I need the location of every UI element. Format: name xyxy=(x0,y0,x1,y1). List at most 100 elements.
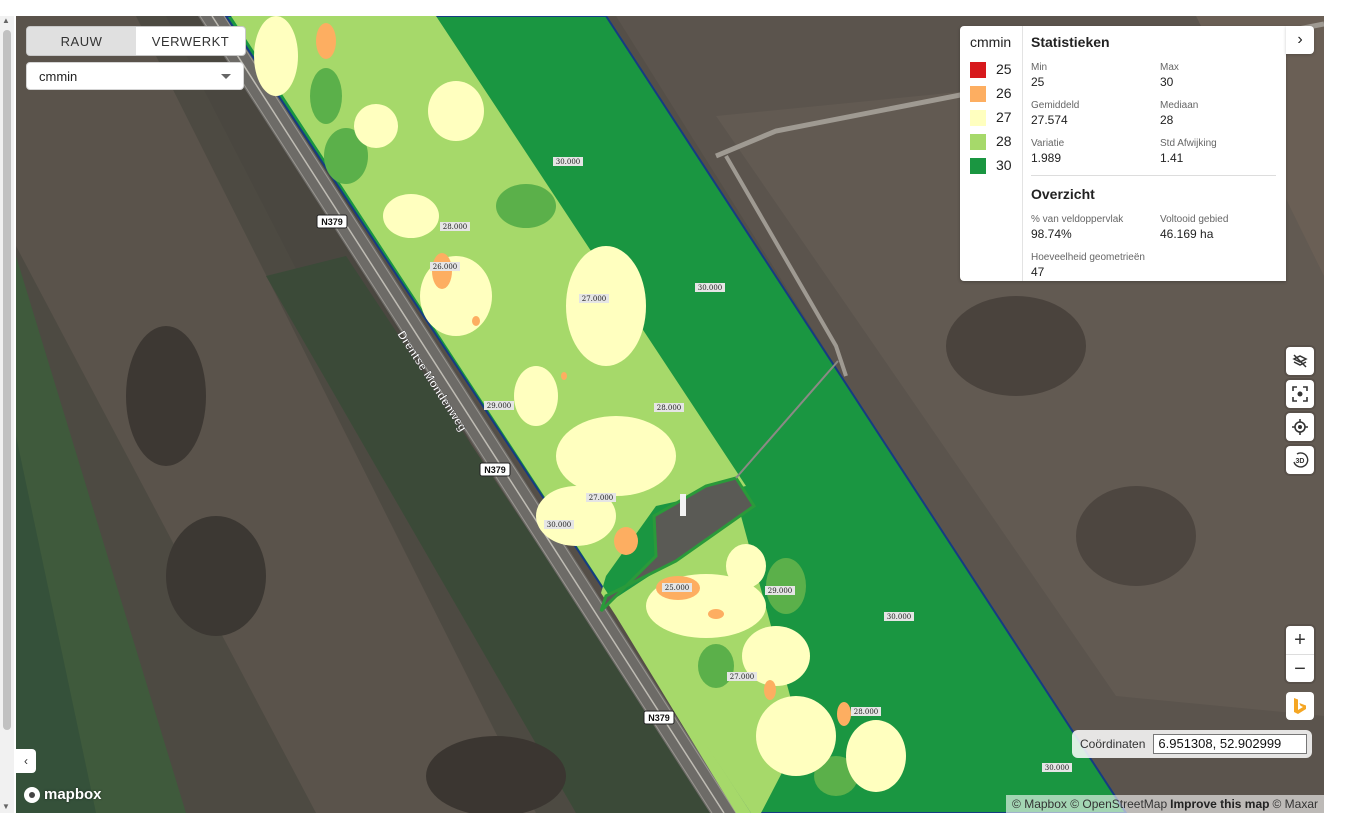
zone-label: 30.000 xyxy=(553,157,583,166)
road-shield: N379 xyxy=(643,710,675,725)
attribution-mapbox[interactable]: © Mapbox xyxy=(1012,797,1067,811)
legend-swatch xyxy=(970,62,986,78)
raw-tab[interactable]: RAUW xyxy=(27,27,136,55)
scroll-up-icon[interactable]: ▲ xyxy=(2,16,10,25)
legend-item: 28 xyxy=(970,133,1022,151)
processed-tab[interactable]: VERWERKT xyxy=(136,27,245,55)
zone-label: 28.000 xyxy=(851,707,881,716)
svg-text:N379: N379 xyxy=(484,465,506,475)
zone-label: 29.000 xyxy=(765,586,795,595)
layer-off-icon[interactable] xyxy=(1286,347,1314,375)
svg-text:27.000: 27.000 xyxy=(730,673,755,681)
locate-icon[interactable] xyxy=(1286,413,1314,441)
legend-item: 26 xyxy=(970,85,1022,103)
stat-max: Max 30 xyxy=(1160,62,1179,89)
legend-value: 30 xyxy=(996,157,1012,173)
svg-text:30.000: 30.000 xyxy=(698,284,723,292)
scroll-down-icon[interactable]: ▼ xyxy=(2,802,10,811)
legend-value: 28 xyxy=(996,133,1012,149)
page-scrollbar[interactable]: ▲ ▼ xyxy=(0,16,14,813)
legend: cmmin 25 26 27 28 30 xyxy=(960,26,1023,281)
svg-text:26.000: 26.000 xyxy=(433,263,458,271)
svg-text:30.000: 30.000 xyxy=(1045,764,1070,772)
road-shield: N379 xyxy=(479,462,511,477)
zone-label: 28.000 xyxy=(654,403,684,412)
svg-text:28.000: 28.000 xyxy=(657,404,682,412)
zone-label: 25.000 xyxy=(662,583,692,592)
divider xyxy=(1031,175,1276,176)
zone-label: 30.000 xyxy=(695,283,725,292)
mapbox-logo-text: mapbox xyxy=(44,786,102,803)
coordinates-input[interactable]: 6.951308, 52.902999 xyxy=(1153,734,1308,754)
stat-geometry-count: Hoeveelheid geometrieën 47 xyxy=(1031,252,1145,279)
stat-variance: Variatie 1.989 xyxy=(1031,138,1065,165)
road-shield: N379 xyxy=(316,214,348,229)
stat-median: Mediaan 28 xyxy=(1160,100,1199,127)
svg-text:3D: 3D xyxy=(1296,458,1305,465)
stat-min: Min 25 xyxy=(1031,62,1048,89)
layer-select-value: cmmin xyxy=(39,68,78,84)
legend-item: 25 xyxy=(970,61,1022,79)
zone-label: 26.000 xyxy=(430,262,460,271)
legend-swatch xyxy=(970,86,986,102)
legend-item: 27 xyxy=(970,109,1022,127)
zone-label: 30.000 xyxy=(544,520,574,529)
improve-map-link[interactable]: Improve this map xyxy=(1170,797,1269,811)
zone-label: 27.000 xyxy=(586,493,616,502)
map-canvas[interactable]: 30.000 28.000 26.000 27.000 30.000 29.00… xyxy=(16,16,1324,813)
legend-swatch xyxy=(970,158,986,174)
layer-select[interactable]: cmmin xyxy=(26,62,244,90)
stats-title: Statistieken xyxy=(1031,34,1110,50)
mapbox-logo[interactable]: mapbox xyxy=(24,786,102,803)
zoom-out-button[interactable]: − xyxy=(1286,654,1314,683)
svg-text:28.000: 28.000 xyxy=(854,708,879,716)
zone-label: 27.000 xyxy=(579,294,609,303)
overview-title: Overzicht xyxy=(1031,186,1095,202)
svg-text:25.000: 25.000 xyxy=(665,584,690,592)
chevron-left-icon[interactable]: ‹ xyxy=(16,749,36,773)
stat-stddev: Std Afwijking 1.41 xyxy=(1160,138,1217,165)
zone-label: 30.000 xyxy=(1042,763,1072,772)
coordinates-box: Coördinaten 6.951308, 52.902999 xyxy=(1072,730,1312,758)
attribution-osm[interactable]: © OpenStreetMap xyxy=(1070,797,1167,811)
raw-processed-toggle[interactable]: RAUW VERWERKT xyxy=(26,26,246,56)
svg-text:27.000: 27.000 xyxy=(582,295,607,303)
stat-mean: Gemiddeld 27.574 xyxy=(1031,100,1080,127)
zoom-control: + − xyxy=(1286,626,1314,682)
zoom-in-button[interactable]: + xyxy=(1286,626,1314,654)
svg-text:30.000: 30.000 xyxy=(556,158,581,166)
svg-text:29.000: 29.000 xyxy=(768,587,793,595)
legend-value: 26 xyxy=(996,85,1012,101)
zone-label: 30.000 xyxy=(884,612,914,621)
legend-title: cmmin xyxy=(970,34,1012,50)
zone-label: 29.000 xyxy=(484,401,514,410)
statistics-panel: cmmin 25 26 27 28 30 Statistieken Min 25 … xyxy=(960,26,1286,281)
coordinates-label: Coördinaten xyxy=(1080,737,1146,751)
scrollbar-thumb[interactable] xyxy=(3,30,11,730)
attribution-maxar[interactable]: © Maxar xyxy=(1272,797,1318,811)
svg-text:30.000: 30.000 xyxy=(547,521,572,529)
legend-item: 30 xyxy=(970,157,1022,175)
svg-text:29.000: 29.000 xyxy=(487,402,512,410)
fit-bounds-icon[interactable] xyxy=(1286,380,1314,408)
mapbox-mark-icon xyxy=(24,786,40,803)
legend-value: 27 xyxy=(996,109,1012,125)
legend-swatch xyxy=(970,110,986,126)
chevron-right-icon[interactable]: › xyxy=(1286,26,1314,54)
road-name-label: Drentse Mondenweg xyxy=(394,328,470,434)
zone-label: 28.000 xyxy=(440,222,470,231)
svg-text:30.000: 30.000 xyxy=(887,613,912,621)
attribution: © Mapbox © OpenStreetMap Improve this ma… xyxy=(1006,795,1324,813)
zone-label: 27.000 xyxy=(727,672,757,681)
svg-text:N379: N379 xyxy=(648,713,670,723)
stat-area: Voltooid gebied 46.169 ha xyxy=(1160,214,1229,241)
legend-swatch xyxy=(970,134,986,150)
legend-value: 25 xyxy=(996,61,1012,77)
caret-down-icon xyxy=(221,73,231,79)
stat-field-pct: % van veldoppervlak 98.74% xyxy=(1031,214,1124,241)
svg-text:N379: N379 xyxy=(321,217,343,227)
bing-icon[interactable] xyxy=(1286,692,1314,720)
rotate-3d-icon[interactable]: 3D xyxy=(1286,446,1314,474)
svg-text:28.000: 28.000 xyxy=(443,223,468,231)
svg-text:27.000: 27.000 xyxy=(589,494,614,502)
